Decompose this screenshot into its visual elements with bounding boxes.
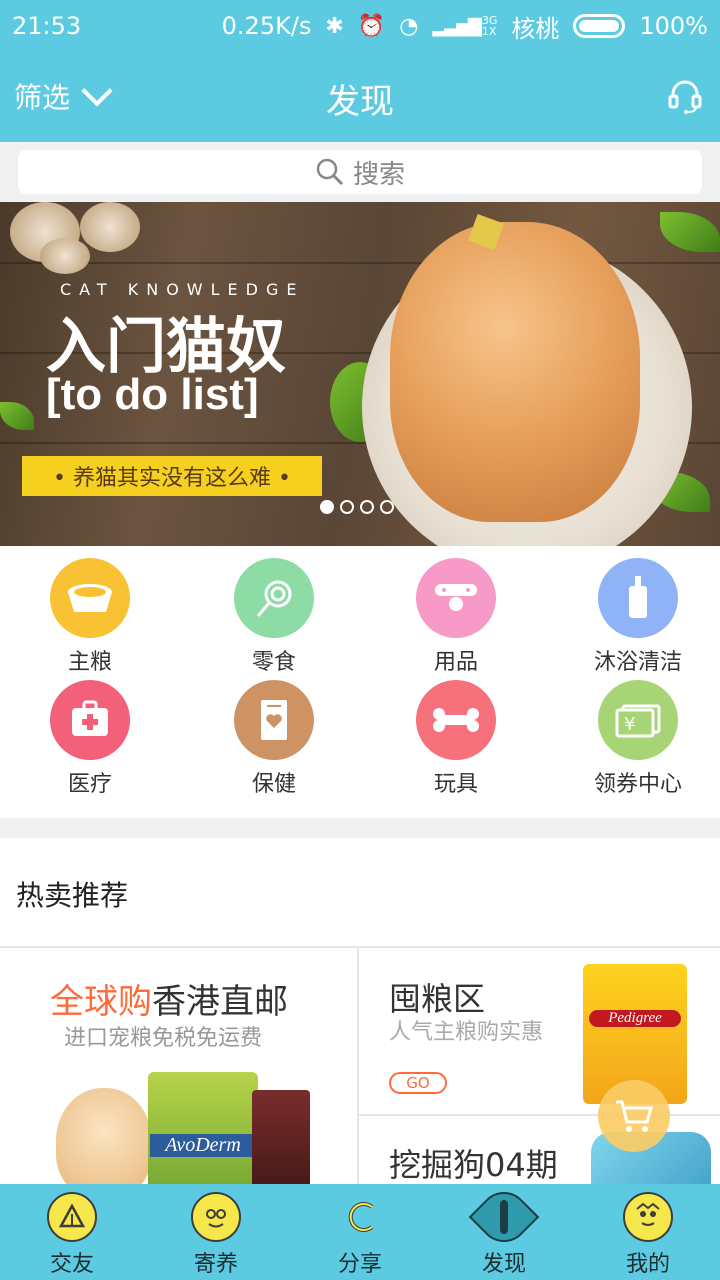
- promo-stock-up[interactable]: 囤粮区 人气主粮购实惠 GO Pedigree: [359, 948, 720, 1114]
- lollipop-icon: [234, 558, 314, 638]
- promo-stock-subtitle: 人气主粮购实惠: [389, 1020, 544, 1045]
- discover-eye-icon: [468, 1181, 540, 1253]
- nav-profile[interactable]: 我的: [576, 1184, 720, 1280]
- food-bag-image: [252, 1090, 310, 1184]
- promo-global-title-highlight: 全球购: [50, 982, 152, 1022]
- category-medical[interactable]: 医疗: [10, 680, 170, 798]
- brand-logo: Pedigree: [589, 1010, 681, 1027]
- promo-global-subtitle: 进口宠粮免税免运费: [64, 1026, 263, 1051]
- friends-icon: [47, 1192, 97, 1242]
- go-button[interactable]: GO: [389, 1072, 447, 1094]
- category-label: 零食: [251, 650, 296, 675]
- category-grid: 主粮 零食 用品 沐浴清洁 医疗 保健 玩具 ¥ 领券中心: [0, 546, 720, 818]
- status-bar: 21:53 0.25K/s ✱ ⏰ ◔ ▂▃▅▇ 3G 1X 核桃 100%: [0, 0, 720, 52]
- food-bag-image: AvoDerm: [148, 1072, 258, 1184]
- carousel-dot[interactable]: [320, 500, 334, 514]
- customer-service-icon[interactable]: [668, 78, 702, 114]
- puppy-image: [56, 1088, 152, 1184]
- promo-global-title-rest: 香港直邮: [152, 982, 288, 1022]
- signal-icon: ▂▃▅▇ 3G 1X: [432, 14, 498, 38]
- battery-icon: [573, 14, 626, 38]
- category-label: 领券中心: [593, 772, 682, 797]
- status-time: 21:53: [12, 12, 82, 40]
- mushroom-decoration: [40, 238, 90, 274]
- hot-section-title: 热卖推荐: [16, 879, 129, 912]
- category-label: 医疗: [67, 772, 112, 797]
- carousel-dot[interactable]: [360, 500, 374, 514]
- banner-subtitle: CAT KNOWLEDGE: [60, 280, 305, 299]
- signal-label-bottom: 1X: [481, 25, 497, 38]
- food-bowl-icon: [50, 558, 130, 638]
- wifi-icon: ◔: [399, 13, 419, 39]
- app-header: 筛选 发现: [0, 52, 720, 142]
- nav-label: 我的: [625, 1252, 670, 1277]
- category-main-food[interactable]: 主粮: [10, 558, 170, 676]
- nav-share[interactable]: 分享: [288, 1184, 432, 1280]
- category-snacks[interactable]: 零食: [194, 558, 354, 676]
- carrier-name: 核桃: [511, 14, 560, 43]
- category-supplies[interactable]: 用品: [376, 558, 536, 676]
- category-bath[interactable]: 沐浴清洁: [558, 558, 718, 676]
- search-placeholder: 搜索: [352, 159, 405, 190]
- banner-tagline: • 养猫其实没有这么难 •: [22, 456, 322, 496]
- mushroom-decoration: [80, 202, 140, 252]
- coupon-icon: ¥: [598, 680, 678, 760]
- bone-icon: [416, 680, 496, 760]
- alarm-icon: ⏰: [357, 13, 386, 39]
- brand-logo: AvoDerm: [150, 1134, 256, 1157]
- promo-dig-title: 挖掘狗04期: [389, 1146, 558, 1184]
- shampoo-icon: [598, 558, 678, 638]
- battery-percent: 100%: [639, 12, 708, 40]
- search-input[interactable]: 搜索: [18, 150, 702, 194]
- category-coupons[interactable]: ¥ 领券中心: [558, 680, 718, 798]
- status-right: 0.25K/s ✱ ⏰ ◔ ▂▃▅▇ 3G 1X 核桃 100%: [222, 9, 708, 44]
- foster-icon: [191, 1192, 241, 1242]
- search-bar-container: 搜索: [0, 142, 720, 202]
- nav-label: 发现: [481, 1252, 526, 1277]
- leaf-decoration: [660, 212, 720, 252]
- section-divider: [0, 818, 720, 838]
- health-box-icon: [234, 680, 314, 760]
- leaf-decoration: [0, 402, 34, 430]
- promo-global-title: 全球购香港直邮: [50, 974, 288, 1023]
- bottom-nav: 交友 寄养 分享 发现 我的: [0, 1181, 720, 1280]
- medical-kit-icon: [50, 680, 130, 760]
- carousel-indicator: [320, 500, 394, 514]
- network-speed: 0.25K/s: [221, 12, 312, 40]
- nav-label: 交友: [49, 1252, 94, 1277]
- kitten-image: [390, 222, 640, 522]
- nav-label: 分享: [337, 1252, 382, 1277]
- page-title: 发现: [326, 82, 394, 122]
- profile-icon: [623, 1192, 673, 1242]
- banner-wood-line: [0, 262, 720, 264]
- carousel-dot[interactable]: [340, 500, 354, 514]
- category-label: 主粮: [67, 650, 112, 675]
- category-toys[interactable]: 玩具: [376, 680, 536, 798]
- carousel-dot[interactable]: [380, 500, 394, 514]
- promo-banner[interactable]: CAT KNOWLEDGE 入门猫奴 [to do list] • 养猫其实没有…: [0, 202, 720, 546]
- collar-icon: [416, 558, 496, 638]
- shopping-cart-button[interactable]: [598, 1080, 670, 1152]
- category-health[interactable]: 保健: [194, 680, 354, 798]
- nav-foster[interactable]: 寄养: [144, 1184, 288, 1280]
- nav-discover[interactable]: 发现: [432, 1181, 576, 1280]
- nav-label: 寄养: [193, 1252, 238, 1277]
- cart-icon: [616, 1100, 653, 1132]
- banner-todo: [to do list]: [46, 370, 259, 419]
- share-icon: [335, 1192, 385, 1242]
- category-label: 沐浴清洁: [593, 650, 682, 675]
- nav-friends[interactable]: 交友: [0, 1184, 144, 1280]
- category-label: 玩具: [433, 772, 478, 797]
- promo-global-purchase[interactable]: 全球购香港直邮 进口宠粮免税免运费 AvoDerm: [0, 948, 357, 1184]
- search-icon: [316, 158, 344, 186]
- bluetooth-icon: ✱: [325, 13, 344, 39]
- category-label: 用品: [433, 650, 478, 675]
- category-label: 保健: [251, 772, 296, 797]
- svg-text:¥: ¥: [624, 714, 635, 735]
